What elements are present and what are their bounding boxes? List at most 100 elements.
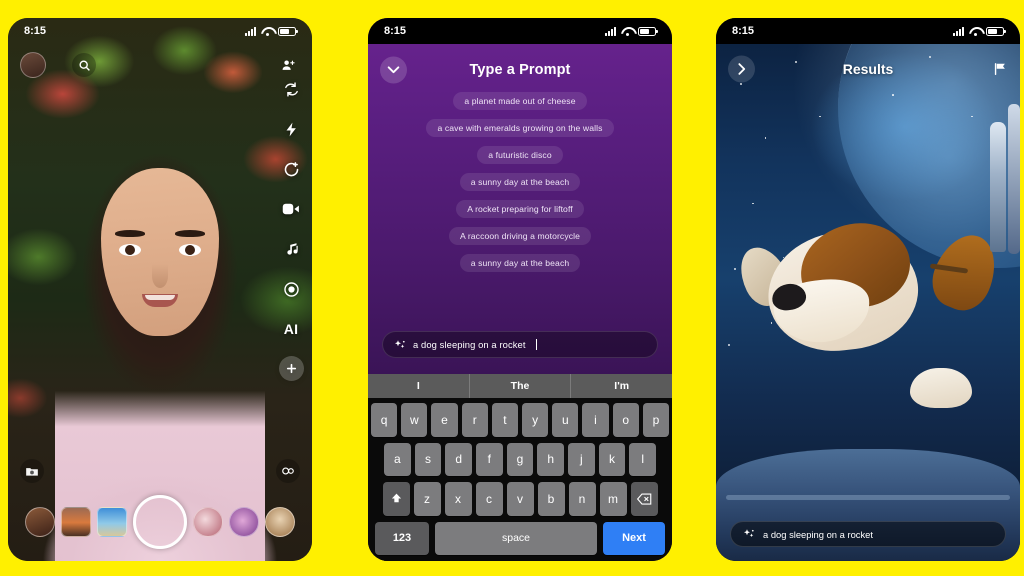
list-item[interactable]: A rocket preparing for liftoff: [456, 200, 584, 218]
camera-flip-icon[interactable]: [278, 76, 304, 102]
dog-paw: [910, 368, 972, 408]
key-y[interactable]: y: [522, 403, 549, 437]
status-indicators: [953, 26, 1006, 36]
lens-thumbnail-5[interactable]: [229, 507, 259, 537]
wifi-icon: [621, 27, 633, 36]
prediction-1[interactable]: The: [468, 374, 571, 398]
key-v[interactable]: v: [506, 482, 534, 516]
list-item[interactable]: a cave with emeralds growing on the wall…: [426, 119, 614, 137]
key-p[interactable]: p: [642, 403, 670, 437]
key-n[interactable]: n: [568, 482, 596, 516]
shutter-button[interactable]: [133, 495, 187, 549]
status-bar: 8:15: [716, 18, 1020, 44]
lens-thumbnail-3[interactable]: [97, 507, 127, 537]
lens-thumbnail-6[interactable]: [265, 507, 295, 537]
key-e[interactable]: e: [431, 403, 458, 437]
key-k[interactable]: k: [598, 442, 626, 476]
key-l[interactable]: l: [629, 442, 657, 476]
prediction-0[interactable]: I: [368, 374, 469, 398]
status-time: 8:15: [384, 25, 407, 37]
status-time: 8:15: [732, 25, 755, 37]
add-friend-icon[interactable]: [276, 53, 300, 77]
lens-icon[interactable]: [278, 276, 304, 302]
key-i[interactable]: i: [582, 403, 609, 437]
lens-thumbnail-1[interactable]: [25, 507, 55, 537]
dog-illustration: [722, 206, 1014, 416]
search-icon[interactable]: [72, 53, 96, 77]
prompt-input-container: a dog sleeping on a rocket: [382, 331, 658, 358]
key-q[interactable]: q: [370, 403, 398, 437]
key-b[interactable]: b: [537, 482, 565, 516]
ai-icon[interactable]: AI: [278, 316, 304, 342]
key-x[interactable]: x: [444, 482, 472, 516]
result-caption[interactable]: a dog sleeping on a rocket: [730, 521, 1006, 547]
battery-icon: [278, 26, 298, 36]
backspace-icon[interactable]: [630, 482, 658, 516]
results-screen: 8:15 Results a dog sleeping on a rocket: [716, 18, 1020, 561]
rocket-tower: [990, 122, 1006, 252]
key-g[interactable]: g: [506, 442, 534, 476]
key-j[interactable]: j: [568, 442, 595, 476]
timer-icon[interactable]: [278, 156, 304, 182]
battery-icon: [638, 26, 658, 36]
sparkle-icon: [394, 339, 406, 351]
signal-bars-icon: [605, 26, 616, 36]
battery-icon: [986, 26, 1006, 36]
key-d[interactable]: d: [445, 442, 472, 476]
eyebrow-left: [115, 230, 145, 237]
list-item[interactable]: a sunny day at the beach: [459, 173, 581, 191]
prediction-2[interactable]: I'm: [570, 374, 672, 398]
camera-side-rail: AI: [278, 76, 304, 381]
memories-icon[interactable]: [20, 459, 44, 483]
key-f[interactable]: f: [476, 442, 503, 476]
key-u[interactable]: u: [552, 403, 579, 437]
prompt-suggestions-list: a planet made out of cheese a cave with …: [368, 92, 672, 272]
list-item[interactable]: A raccoon driving a motorcycle: [448, 227, 592, 245]
key-o[interactable]: o: [612, 403, 639, 437]
prompt-input-value: a dog sleeping on a rocket: [413, 339, 526, 350]
key-m[interactable]: m: [599, 482, 627, 516]
key-a[interactable]: a: [383, 442, 411, 476]
keyboard: I The I'm q w e r t y u i o p a s d f g …: [368, 374, 672, 561]
lens-thumbnail-4[interactable]: [193, 507, 223, 537]
keyboard-rows: q w e r t y u i o p a s d f g h j k l z …: [368, 398, 672, 561]
flag-icon[interactable]: [993, 62, 1008, 77]
list-item[interactable]: a sunny day at the beach: [459, 254, 581, 272]
key-t[interactable]: t: [491, 403, 518, 437]
flash-icon[interactable]: [278, 116, 304, 142]
key-z[interactable]: z: [413, 482, 441, 516]
phone-camera: 8:15 AI: [8, 18, 312, 561]
browse-lenses-icon[interactable]: [276, 459, 300, 483]
keyboard-predictions: I The I'm: [368, 374, 672, 398]
key-r[interactable]: r: [461, 403, 488, 437]
numbers-key[interactable]: 123: [375, 521, 429, 555]
keyboard-row-3: z x c v b n m: [371, 482, 669, 516]
result-caption-text: a dog sleeping on a rocket: [763, 528, 873, 540]
space-key[interactable]: space: [435, 521, 597, 555]
rocket-band: [726, 495, 1010, 500]
shift-icon[interactable]: [382, 482, 410, 516]
list-item[interactable]: a futuristic disco: [477, 146, 563, 164]
prompt-input[interactable]: a dog sleeping on a rocket: [382, 331, 658, 358]
next-key[interactable]: Next: [603, 521, 665, 555]
status-bar: 8:15: [8, 18, 312, 44]
chevron-right-icon[interactable]: [728, 55, 755, 83]
key-h[interactable]: h: [537, 442, 565, 476]
key-s[interactable]: s: [414, 442, 442, 476]
key-c[interactable]: c: [475, 482, 503, 516]
keyboard-row-4: 123 space Next: [371, 521, 669, 555]
list-item[interactable]: a planet made out of cheese: [453, 92, 587, 110]
chevron-down-icon[interactable]: [380, 56, 407, 84]
avatar[interactable]: [20, 52, 46, 78]
status-bar: 8:15: [368, 18, 672, 44]
page-title: Type a Prompt: [469, 62, 571, 78]
lens-thumbnail-2[interactable]: [61, 507, 91, 537]
signal-bars-icon: [245, 26, 256, 36]
wifi-icon: [969, 27, 981, 36]
plus-icon[interactable]: [278, 356, 304, 381]
key-w[interactable]: w: [401, 403, 428, 437]
music-icon[interactable]: [278, 236, 304, 262]
video-icon[interactable]: [278, 196, 304, 222]
status-indicators: [605, 26, 658, 36]
eyebrow-right: [175, 230, 205, 237]
